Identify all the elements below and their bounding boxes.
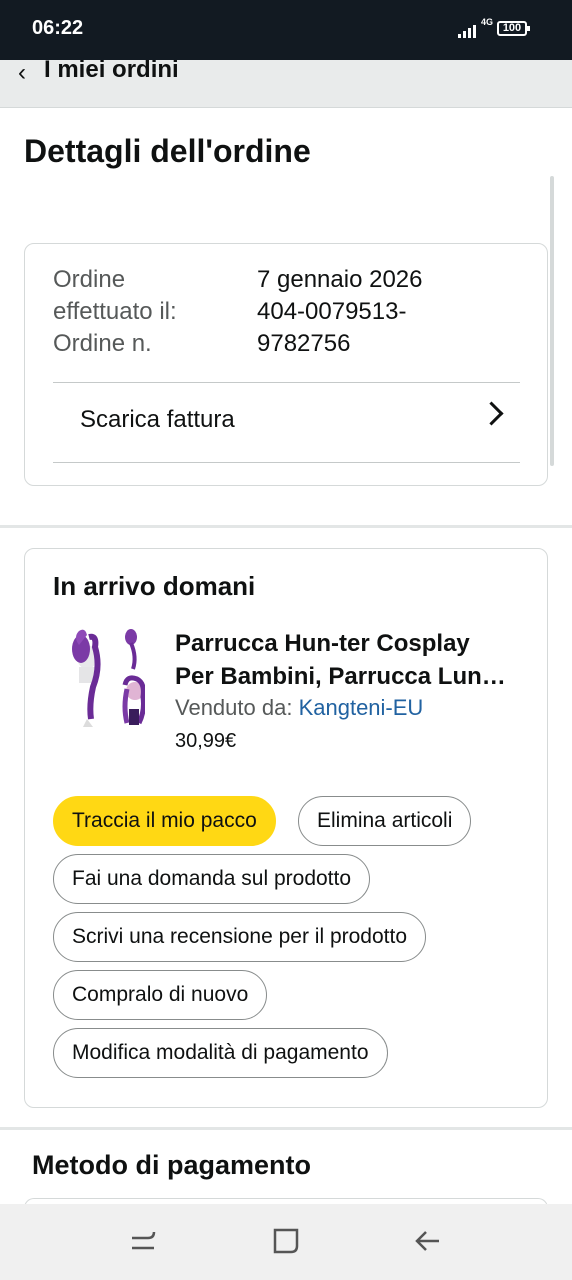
- back-label[interactable]: I miei ordini: [44, 60, 179, 84]
- status-time: 06:22: [32, 17, 84, 39]
- order-number-value-1: 404-0079513-: [257, 298, 407, 325]
- product-price: 30,99€: [175, 730, 237, 752]
- back-navigation[interactable]: ‹ I miei ordini: [0, 60, 572, 108]
- scrollbar[interactable]: [550, 176, 554, 466]
- change-payment-method-button[interactable]: Modifica modalità di pagamento: [53, 1028, 388, 1078]
- remove-items-button[interactable]: Elimina articoli: [298, 796, 472, 846]
- order-date-label: Ordine: [53, 266, 126, 293]
- section-separator: [0, 1127, 572, 1130]
- shipment-card: In arrivo domani Parrucca Hun-ter Cospla…: [24, 548, 548, 1108]
- buy-again-button[interactable]: Compralo di nuovo: [53, 970, 268, 1020]
- system-navigation-bar: [0, 1204, 572, 1280]
- track-package-button[interactable]: Traccia il mio pacco: [53, 796, 276, 846]
- product-title[interactable]: Parrucca Hun-ter Cosplay Per Bambini, Pa…: [175, 627, 520, 693]
- download-invoice-label: Scarica fattura: [80, 406, 235, 433]
- product-title-line2: Per Bambini, Parrucca Lun…: [175, 663, 506, 690]
- home-icon[interactable]: [271, 1226, 301, 1256]
- back-arrow-icon[interactable]: [413, 1226, 443, 1256]
- download-invoice-row[interactable]: Scarica fattura: [53, 382, 520, 462]
- delivery-status: In arrivo domani: [53, 571, 256, 601]
- product-title-line1: Parrucca Hun-ter Cosplay: [175, 630, 470, 657]
- order-date-label-2: effettuato il:: [53, 298, 177, 325]
- write-review-button[interactable]: Scrivi una recensione per il prodotto: [53, 912, 427, 962]
- divider: [53, 462, 520, 463]
- page-title: Dettagli dell'ordine: [24, 133, 311, 169]
- battery-icon: 100: [497, 21, 530, 36]
- section-separator: [0, 525, 572, 528]
- signal-icon: [458, 25, 476, 38]
- chevron-right-icon: [479, 401, 504, 426]
- ask-product-question-button[interactable]: Fai una domanda sul prodotto: [53, 854, 371, 904]
- battery-level: 100: [502, 22, 522, 34]
- seller-prefix: Venduto da:: [175, 695, 293, 720]
- status-bar: 06:22 4G 100: [0, 0, 572, 60]
- order-info-card: Ordine effettuato il: Ordine n. 7 gennai…: [24, 243, 548, 486]
- payment-method-heading: Metodo di pagamento: [32, 1150, 311, 1180]
- seller-link[interactable]: Kangteni-EU: [299, 695, 424, 720]
- network-type: 4G: [481, 17, 494, 27]
- product-image[interactable]: [65, 627, 145, 727]
- chevron-left-icon: ‹: [18, 60, 26, 86]
- order-number-value-2: 9782756: [257, 330, 351, 357]
- order-number-label: Ordine n.: [53, 330, 152, 357]
- recent-apps-icon[interactable]: [128, 1226, 158, 1256]
- order-date-value: 7 gennaio 2026: [257, 266, 423, 293]
- seller-info: Venduto da: Kangteni-EU: [175, 695, 423, 721]
